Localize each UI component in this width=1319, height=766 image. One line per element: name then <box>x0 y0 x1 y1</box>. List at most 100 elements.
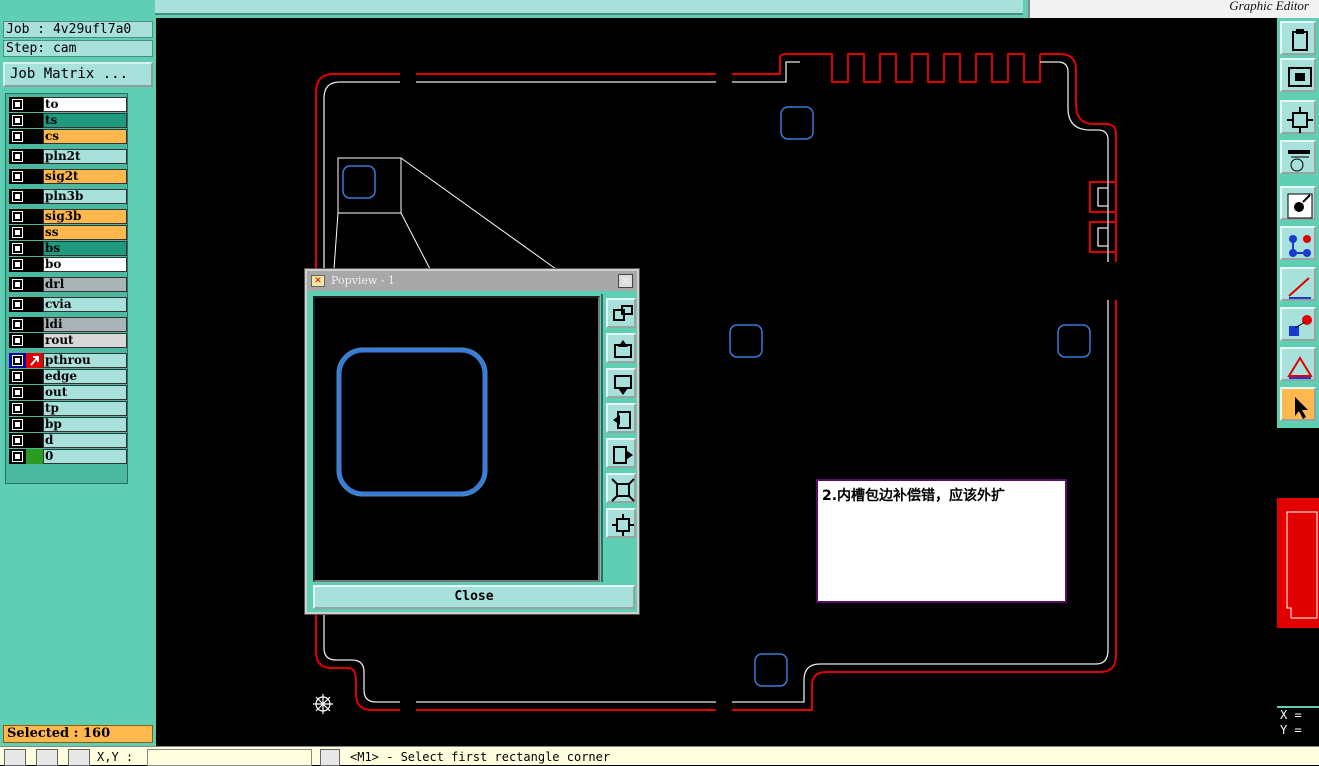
layer-row[interactable]: bs <box>9 241 127 256</box>
layer-row[interactable]: edge <box>9 369 127 384</box>
layer-name[interactable]: 0 <box>43 449 127 464</box>
undo-button[interactable] <box>4 749 26 766</box>
layer-name[interactable]: ss <box>43 225 127 240</box>
layer-mark[interactable] <box>26 169 43 184</box>
layer-row[interactable]: sig2t <box>9 169 127 184</box>
layer-mark[interactable] <box>26 333 43 348</box>
layer-row[interactable]: bo <box>9 257 127 272</box>
layer-mark[interactable] <box>26 257 43 272</box>
layer-name[interactable]: sig3b <box>43 209 127 224</box>
window-menu-icon[interactable]: ✕ <box>311 275 325 287</box>
layer-name[interactable]: edge <box>43 369 127 384</box>
layer-name[interactable]: d <box>43 433 127 448</box>
affected-layer-icon[interactable] <box>26 353 43 368</box>
layer-name[interactable]: cvia <box>43 297 127 312</box>
layer-name[interactable]: tp <box>43 401 127 416</box>
pan-left-button[interactable] <box>606 403 636 433</box>
popview-canvas[interactable] <box>313 296 600 582</box>
confirm-button[interactable] <box>36 749 58 766</box>
layer-row[interactable]: pthrou <box>9 353 127 368</box>
snap-button[interactable] <box>1280 186 1316 220</box>
layer-row[interactable]: tp <box>9 401 127 416</box>
layer-checkbox[interactable] <box>9 385 26 400</box>
pan-right-button[interactable] <box>606 438 636 468</box>
layer-checkbox[interactable] <box>9 317 26 332</box>
layer-mark[interactable] <box>26 385 43 400</box>
layer-mark[interactable] <box>26 417 43 432</box>
close-button[interactable]: Close <box>313 585 635 609</box>
layer-name[interactable]: pln2t <box>43 149 127 164</box>
pointer-button[interactable] <box>1280 387 1316 421</box>
layer-mark[interactable] <box>26 297 43 312</box>
layer-mark[interactable] <box>26 369 43 384</box>
layer-row[interactable]: ldi <box>9 317 127 332</box>
layer-name[interactable]: ldi <box>43 317 127 332</box>
layer-row[interactable]: rout <box>9 333 127 348</box>
layer-row[interactable]: cs <box>9 129 127 144</box>
select-feature-button[interactable] <box>1280 307 1316 341</box>
layer-checkbox[interactable] <box>9 149 26 164</box>
layer-checkbox[interactable] <box>9 241 26 256</box>
command-field[interactable] <box>155 0 1023 15</box>
layer-name[interactable]: drl <box>43 277 127 292</box>
layer-checkbox[interactable] <box>9 449 26 464</box>
pan-down-button[interactable] <box>606 368 636 398</box>
layer-checkbox[interactable] <box>9 433 26 448</box>
layer-name[interactable]: to <box>43 97 127 112</box>
layer-mark[interactable] <box>26 189 43 204</box>
layer-row[interactable]: ss <box>9 225 127 240</box>
layer-mark[interactable] <box>26 433 43 448</box>
layer-checkbox[interactable] <box>9 417 26 432</box>
connect-nodes-button[interactable] <box>1280 226 1316 260</box>
layer-name[interactable]: bp <box>43 417 127 432</box>
layer-checkbox[interactable] <box>9 369 26 384</box>
layer-row[interactable]: cvia <box>9 297 127 312</box>
palette-tools-button[interactable] <box>1280 140 1316 174</box>
layer-mark[interactable] <box>26 129 43 144</box>
layer-checkbox[interactable] <box>9 297 26 312</box>
pan-up-button[interactable] <box>606 333 636 363</box>
layer-name[interactable]: ts <box>43 113 127 128</box>
job-matrix-button[interactable]: Job Matrix ... <box>3 62 153 87</box>
layer-row[interactable]: sig3b <box>9 209 127 224</box>
mode-button[interactable] <box>320 749 340 766</box>
layer-row[interactable]: bp <box>9 417 127 432</box>
layer-name[interactable]: rout <box>43 333 127 348</box>
window-button[interactable] <box>68 749 90 766</box>
zoom-in-button[interactable] <box>606 473 636 503</box>
layer-checkbox[interactable] <box>9 225 26 240</box>
layer-checkbox[interactable] <box>9 129 26 144</box>
zoom-window-button[interactable] <box>606 298 636 328</box>
layer-mark[interactable] <box>26 97 43 112</box>
layer-row[interactable]: pln2t <box>9 149 127 164</box>
layer-mark[interactable] <box>26 225 43 240</box>
layer-checkbox[interactable] <box>9 97 26 112</box>
layer-name[interactable]: sig2t <box>43 169 127 184</box>
layer-mark[interactable] <box>26 277 43 292</box>
layer-row[interactable]: to <box>9 97 127 112</box>
layer-mark[interactable] <box>26 209 43 224</box>
layer-mark[interactable] <box>26 113 43 128</box>
popview-titlebar[interactable]: ✕ Popview - 1 ✕ <box>307 271 637 291</box>
layer-name[interactable]: bo <box>43 257 127 272</box>
layer-mark[interactable] <box>26 241 43 256</box>
layer-name[interactable]: pln3b <box>43 189 127 204</box>
zoom-out-button[interactable] <box>606 508 636 538</box>
layer-row[interactable]: out <box>9 385 127 400</box>
zoom-fit-button[interactable] <box>1280 100 1316 134</box>
layer-checkbox[interactable] <box>9 169 26 184</box>
layer-name[interactable]: pthrou <box>43 353 127 368</box>
layer-mark[interactable] <box>26 317 43 332</box>
layer-checkbox[interactable] <box>9 189 26 204</box>
layer-checkbox[interactable] <box>9 113 26 128</box>
layer-mark[interactable] <box>26 149 43 164</box>
layer-name[interactable]: bs <box>43 241 127 256</box>
layer-name[interactable]: cs <box>43 129 127 144</box>
layer-checkbox[interactable] <box>9 209 26 224</box>
layer-checkbox[interactable] <box>9 277 26 292</box>
layer-checkbox[interactable] <box>9 401 26 416</box>
layer-row[interactable]: d <box>9 433 127 448</box>
close-icon[interactable]: ✕ <box>618 274 633 288</box>
layer-name[interactable]: out <box>43 385 127 400</box>
layer-row[interactable]: pln3b <box>9 189 127 204</box>
